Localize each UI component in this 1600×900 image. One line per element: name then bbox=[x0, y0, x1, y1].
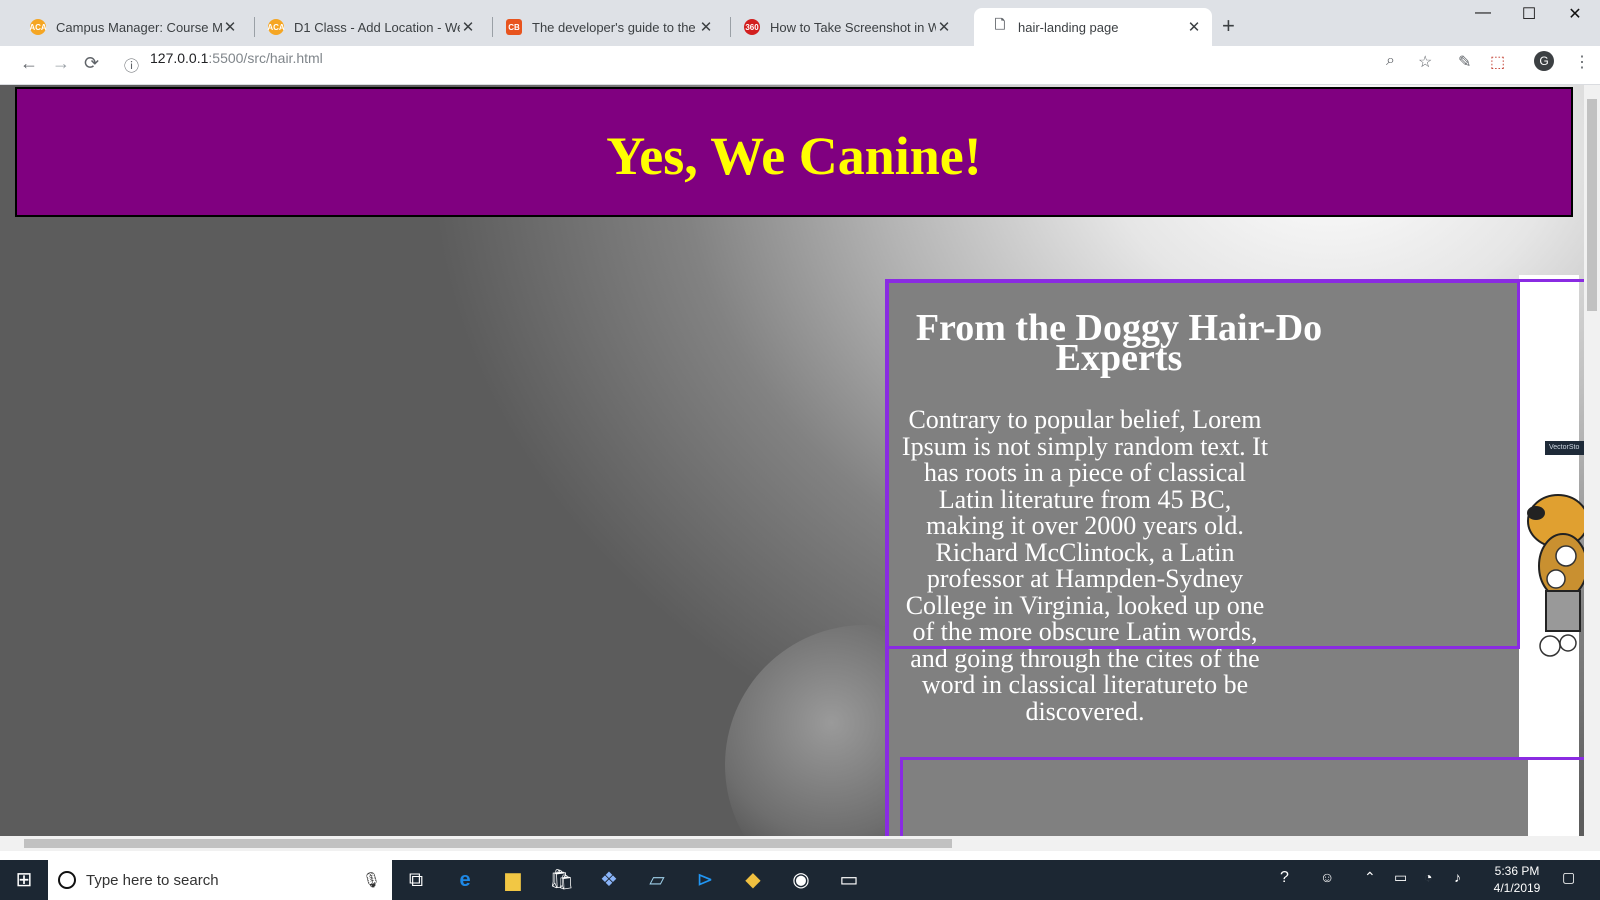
panel-border-line bbox=[1517, 279, 1520, 649]
vertical-scrollbar[interactable] bbox=[1584, 85, 1600, 851]
tab-title: hair-landing page bbox=[1018, 19, 1119, 35]
panel-border-line bbox=[885, 646, 1519, 649]
notepad-icon[interactable]: ▱ bbox=[645, 868, 669, 892]
horizontal-scrollbar[interactable] bbox=[0, 836, 1584, 851]
vscode-icon[interactable]: ⊳ bbox=[693, 868, 717, 892]
page-icon: 🗋 bbox=[994, 17, 1006, 32]
help-icon[interactable]: ? bbox=[1280, 869, 1289, 887]
windows-start-icon[interactable]: ⊞ bbox=[12, 868, 36, 892]
eyedropper-icon[interactable]: ✎ bbox=[1458, 52, 1471, 72]
edge-icon[interactable]: e bbox=[453, 868, 477, 892]
dog-illustration bbox=[1527, 494, 1588, 657]
people-icon[interactable]: ☺ bbox=[1320, 869, 1334, 885]
tab-title: The developer's guide to the HTM bbox=[532, 19, 698, 35]
tab-title: D1 Class - Add Location - Web G bbox=[294, 19, 460, 35]
close-tab-icon[interactable]: ✕ bbox=[222, 18, 238, 36]
url-path: :5500/src/hair.html bbox=[208, 50, 323, 66]
bookmark-star-icon[interactable]: ☆ bbox=[1418, 52, 1432, 72]
forward-button[interactable]: → bbox=[52, 53, 70, 74]
cb-icon: CB bbox=[506, 19, 522, 35]
panel-paragraph: Contrary to popular belief, Lorem Ipsum … bbox=[901, 405, 1269, 726]
tab-d1-class[interactable]: ACA D1 Class - Add Location - Web G ✕ bbox=[250, 8, 486, 46]
panel-heading: From the Doggy Hair-Do Experts bbox=[915, 307, 1323, 379]
tab-title: How to Take Screenshot in Windo bbox=[770, 19, 936, 35]
tab-developers-guide[interactable]: CB The developer's guide to the HTM ✕ bbox=[488, 8, 724, 46]
360-icon: 360 bbox=[744, 19, 760, 35]
terminal-icon[interactable]: ▭ bbox=[837, 868, 861, 892]
reload-button[interactable]: ⟳ bbox=[84, 53, 99, 74]
cortana-icon bbox=[58, 871, 76, 889]
close-tab-icon[interactable]: ✕ bbox=[1186, 18, 1202, 36]
address-bar[interactable]: 127.0.0.1:5500/src/hair.html bbox=[150, 50, 323, 66]
pdf-extension-icon[interactable]: ⬚ bbox=[1490, 52, 1505, 72]
close-tab-icon[interactable]: ✕ bbox=[460, 18, 476, 36]
search-placeholder: Type here to search bbox=[86, 871, 219, 889]
close-tab-icon[interactable]: ✕ bbox=[698, 18, 714, 36]
microphone-icon[interactable]: 🎙 bbox=[362, 871, 381, 889]
panel-border-line bbox=[1519, 279, 1589, 282]
tab-screenshot-howto[interactable]: 360 How to Take Screenshot in Windo ✕ bbox=[726, 8, 962, 46]
scroll-thumb[interactable] bbox=[1587, 99, 1597, 311]
battery-icon[interactable]: ▭ bbox=[1394, 869, 1407, 886]
tab-title: Campus Manager: Course Manag bbox=[56, 19, 222, 35]
menu-icon[interactable]: ⋮ bbox=[1574, 52, 1590, 72]
taskbar-search[interactable]: Type here to search 🎙 bbox=[48, 860, 392, 900]
clock-date: 4/1/2019 bbox=[1493, 881, 1541, 895]
tab-campus-manager[interactable]: ACA Campus Manager: Course Manag ✕ bbox=[12, 8, 248, 46]
close-window-button[interactable]: ✕ bbox=[1552, 4, 1598, 24]
maximize-button[interactable]: ☐ bbox=[1506, 4, 1552, 24]
chrome-icon[interactable]: ◉ bbox=[789, 868, 813, 892]
notifications-icon[interactable]: ▢ bbox=[1562, 869, 1575, 886]
url-host: 127.0.0.1 bbox=[150, 50, 209, 66]
site-title: Yes, We Canine! bbox=[606, 126, 982, 186]
wifi-icon[interactable]: ◔ bbox=[1424, 869, 1432, 885]
file-explorer-icon[interactable]: ▆ bbox=[501, 868, 525, 892]
scroll-thumb[interactable] bbox=[24, 839, 952, 848]
task-view-icon[interactable]: ⧉ bbox=[404, 868, 428, 892]
volume-icon[interactable]: ♪ bbox=[1454, 869, 1461, 885]
image-watermark: VectorSto bbox=[1545, 441, 1589, 455]
store-icon[interactable]: 🛍 bbox=[549, 868, 574, 892]
close-tab-icon[interactable]: ✕ bbox=[936, 18, 952, 36]
site-header: Yes, We Canine! bbox=[15, 87, 1573, 217]
campus-icon: ACA bbox=[29, 19, 47, 35]
tray-expand-icon[interactable]: ⌃ bbox=[1364, 869, 1376, 886]
site-info-icon[interactable]: ⓘ bbox=[124, 55, 139, 76]
page-viewport: Yes, We Canine! VectorSto From the Doggy… bbox=[0, 85, 1600, 851]
panel-border-line bbox=[1519, 757, 1589, 760]
new-tab-button[interactable]: + bbox=[1222, 13, 1235, 39]
campus-icon: ACA bbox=[267, 19, 285, 35]
dropbox-icon[interactable]: ❖ bbox=[597, 868, 621, 892]
tab-strip: ACA Campus Manager: Course Manag ✕ ACA D… bbox=[0, 0, 1600, 46]
back-button[interactable]: ← bbox=[20, 53, 38, 74]
system-clock[interactable]: 5:36 PM 4/1/2019 bbox=[1482, 863, 1552, 897]
tab-hair-landing[interactable]: 🗋 hair-landing page ✕ bbox=[974, 8, 1212, 46]
minimize-button[interactable]: — bbox=[1460, 4, 1506, 22]
clock-time: 5:36 PM bbox=[1494, 864, 1540, 878]
avatar[interactable]: G bbox=[1534, 51, 1554, 71]
git-kraken-icon[interactable]: ◆ bbox=[741, 868, 765, 892]
windows-taskbar: ⊞ Type here to search 🎙 ⧉ e ▆ 🛍 ❖ ▱ ⊳ ◆ … bbox=[0, 860, 1600, 900]
zoom-icon[interactable]: ⌕ bbox=[1386, 52, 1395, 70]
